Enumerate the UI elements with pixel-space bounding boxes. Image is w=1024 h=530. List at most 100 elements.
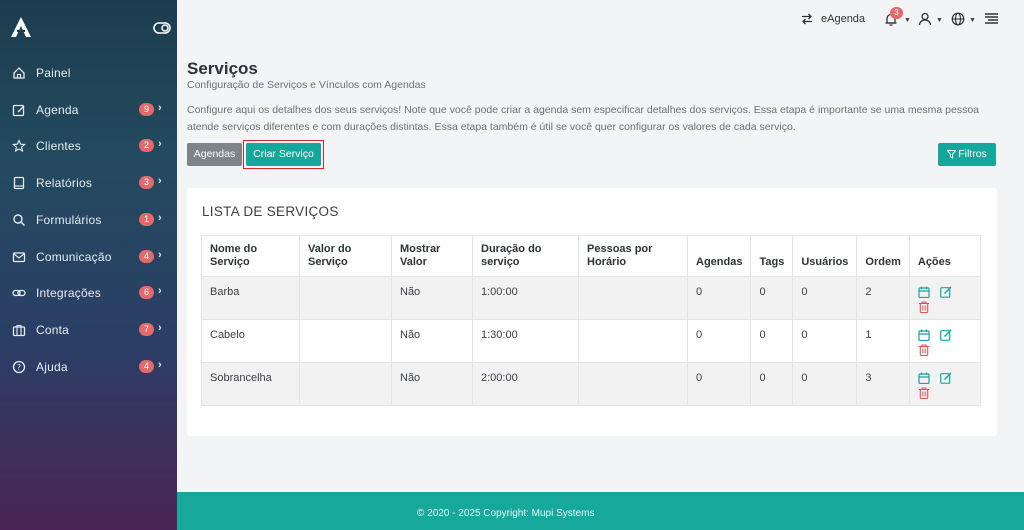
calendar-icon[interactable] — [918, 372, 930, 384]
table-row: Sobrancelha Não 2:00:00 0 0 0 3 — [201, 362, 982, 406]
sidebar-item-conta[interactable]: Conta 7 › — [0, 317, 177, 343]
chevron-right-icon: › — [158, 212, 162, 224]
sidebar-item-label: Conta — [36, 323, 70, 337]
app-logo-icon[interactable] — [10, 16, 32, 38]
show-value: Não — [391, 362, 473, 406]
column-header[interactable]: Mostrar Valor — [391, 235, 473, 277]
users-count: 0 — [792, 276, 858, 320]
sidebar: Painel Agenda 9 › Clientes 2 › Relatório… — [0, 0, 177, 530]
service-name: Barba — [201, 276, 300, 320]
sidebar-item-label: Formulários — [36, 213, 102, 227]
chevron-right-icon: › — [158, 249, 162, 261]
services-table: Nome do Serviço Valor do Serviço Mostrar… — [201, 235, 982, 406]
actions-cell — [908, 319, 982, 363]
sidebar-item-label: Relatórios — [36, 176, 93, 190]
people-per-slot — [578, 276, 688, 320]
column-header[interactable]: Nome do Serviço — [201, 235, 300, 277]
tags-count: 0 — [750, 362, 794, 406]
calendar-icon[interactable] — [918, 329, 930, 341]
column-header: Ações — [908, 235, 982, 277]
agendas-button[interactable]: Agendas — [187, 143, 242, 166]
users-count: 0 — [792, 362, 858, 406]
chevron-right-icon: › — [158, 138, 162, 150]
trash-icon[interactable] — [918, 344, 930, 356]
menu-icon[interactable] — [985, 13, 998, 24]
create-service-button[interactable]: Criar Serviço — [246, 143, 321, 166]
agendas-count: 0 — [686, 276, 752, 320]
column-header[interactable]: Agendas — [686, 235, 752, 277]
sidebar-item-comunicacao[interactable]: Comunicação 4 › — [0, 244, 177, 270]
briefcase-icon — [12, 324, 26, 337]
sidebar-item-label: Clientes — [36, 139, 81, 153]
caret-down-icon[interactable]: ▼ — [969, 17, 976, 24]
topbar: eAgenda 3 ▼ ▼ ▼ — [177, 0, 1024, 40]
service-duration: 1:30:00 — [472, 319, 579, 363]
column-header[interactable]: Pessoas por Horário — [578, 235, 688, 277]
service-name: Cabelo — [201, 319, 300, 363]
chevron-right-icon: › — [158, 175, 162, 187]
column-header[interactable]: Usuários — [792, 235, 858, 277]
card-title: LISTA DE SERVIÇOS — [202, 204, 339, 219]
sidebar-toggle-icon[interactable] — [153, 22, 171, 34]
order-value: 2 — [856, 276, 910, 320]
sidebar-item-clientes[interactable]: Clientes 2 › — [0, 133, 177, 159]
service-duration: 1:00:00 — [472, 276, 579, 320]
people-per-slot — [578, 362, 688, 406]
count-badge: 4 — [139, 360, 154, 373]
book-icon — [13, 176, 25, 190]
people-per-slot — [578, 319, 688, 363]
order-value: 1 — [856, 319, 910, 363]
sidebar-item-ajuda[interactable]: ? Ajuda 4 › — [0, 354, 177, 380]
mail-icon — [12, 252, 26, 263]
actions-cell — [908, 276, 982, 320]
help-icon: ? — [12, 360, 26, 374]
count-badge: 3 — [139, 176, 154, 189]
app-switcher-label[interactable]: eAgenda — [821, 13, 865, 25]
trash-icon[interactable] — [918, 387, 930, 399]
column-header[interactable]: Ordem — [856, 235, 910, 277]
swap-icon[interactable] — [801, 13, 813, 25]
sidebar-item-agenda[interactable]: Agenda 9 › — [0, 97, 177, 123]
footer: © 2020 - 2025 Copyright: Mupi Systems — [177, 492, 1024, 530]
tags-count: 0 — [750, 276, 794, 320]
caret-down-icon[interactable]: ▼ — [936, 17, 943, 24]
show-value: Não — [391, 319, 473, 363]
edit-icon[interactable] — [939, 286, 952, 298]
sidebar-item-painel[interactable]: Painel — [0, 60, 177, 86]
user-icon[interactable] — [918, 12, 932, 26]
edit-icon[interactable] — [939, 329, 952, 341]
table-header-row: Nome do Serviço Valor do Serviço Mostrar… — [201, 235, 982, 277]
service-duration: 2:00:00 — [472, 362, 579, 406]
trash-icon[interactable] — [918, 301, 930, 313]
column-header[interactable]: Valor do Serviço — [299, 235, 392, 277]
globe-icon[interactable] — [951, 12, 965, 26]
page-subtitle: Configuração de Serviços e Vínculos com … — [187, 79, 426, 91]
star-icon — [12, 139, 26, 153]
page-description: Configure aqui os detalhes dos seus serv… — [187, 104, 980, 133]
sidebar-item-label: Agenda — [36, 103, 79, 117]
caret-down-icon[interactable]: ▼ — [904, 17, 911, 24]
sidebar-item-label: Painel — [36, 66, 71, 80]
sidebar-item-integracoes[interactable]: Integrações 6 › — [0, 280, 177, 306]
agendas-count: 0 — [686, 319, 752, 363]
sidebar-item-formularios[interactable]: Formulários 1 › — [0, 207, 177, 233]
count-badge: 9 — [139, 103, 154, 116]
chevron-right-icon: › — [158, 102, 162, 114]
show-value: Não — [391, 276, 473, 320]
notification-badge: 3 — [890, 7, 903, 19]
home-icon — [13, 67, 25, 79]
search-icon — [13, 214, 26, 227]
service-value — [299, 276, 392, 320]
link-icon — [12, 289, 26, 297]
sidebar-item-label: Comunicação — [36, 250, 112, 264]
column-header[interactable]: Duração do serviço — [472, 235, 579, 277]
calendar-icon[interactable] — [918, 286, 930, 298]
column-header[interactable]: Tags — [750, 235, 794, 277]
sidebar-item-relatorios[interactable]: Relatórios 3 › — [0, 170, 177, 196]
chevron-right-icon: › — [158, 359, 162, 371]
filters-button[interactable]: Filtros — [938, 143, 996, 166]
service-value — [299, 319, 392, 363]
edit-icon[interactable] — [939, 372, 952, 384]
order-value: 3 — [856, 362, 910, 406]
count-badge: 4 — [139, 250, 154, 263]
